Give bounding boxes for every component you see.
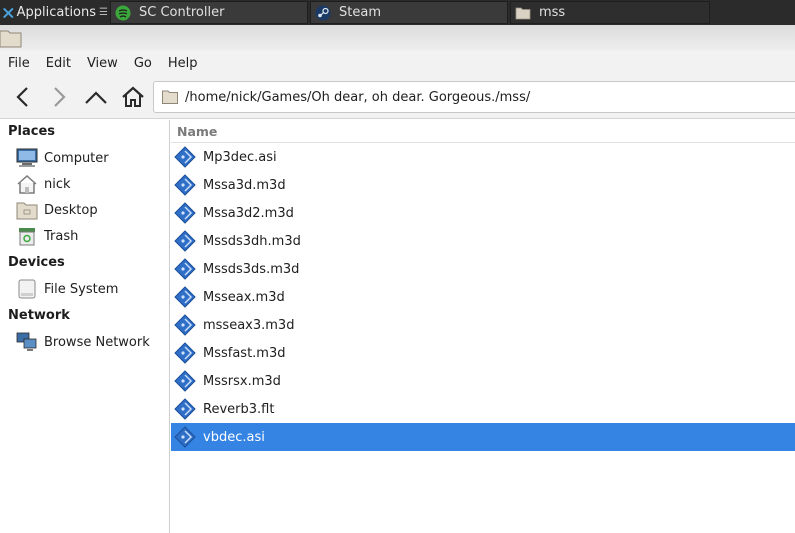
file-row[interactable]: Reverb3.flt bbox=[171, 395, 795, 423]
menu-bar: File Edit View Go Help bbox=[0, 51, 795, 75]
file-name: msseax3.m3d bbox=[203, 317, 295, 333]
file-row[interactable]: msseax3.m3d bbox=[171, 311, 795, 339]
column-header-name[interactable]: Name bbox=[171, 120, 795, 143]
network-icon bbox=[16, 332, 37, 351]
file-row[interactable]: Mssrsx.m3d bbox=[171, 367, 795, 395]
menu-file[interactable]: File bbox=[0, 56, 38, 71]
file-name: Msseax.m3d bbox=[203, 289, 285, 305]
file-list: Name Mp3dec.asi Mssa3d.m3d Mssa3d2.m3d Mssd… bbox=[171, 120, 795, 533]
task-label: SC Controller bbox=[139, 5, 225, 20]
back-button[interactable] bbox=[9, 83, 37, 111]
location-path: /home/nick/Games/Oh dear, oh dear. Gorge… bbox=[185, 89, 531, 105]
forward-button[interactable] bbox=[45, 83, 73, 111]
task-button-mss[interactable]: mss bbox=[510, 1, 710, 24]
file-row[interactable]: Mssds3ds.m3d bbox=[171, 255, 795, 283]
location-folder-icon bbox=[162, 90, 178, 104]
file-name: Mssa3d.m3d bbox=[203, 177, 286, 193]
menu-separator-icon: ☰ bbox=[99, 7, 108, 18]
location-bar[interactable]: /home/nick/Games/Oh dear, oh dear. Gorge… bbox=[153, 81, 795, 113]
file-icon bbox=[174, 286, 196, 308]
file-row[interactable]: Mp3dec.asi bbox=[171, 143, 795, 171]
window-titlebar[interactable] bbox=[0, 25, 795, 51]
file-icon bbox=[174, 314, 196, 336]
computer-icon bbox=[16, 148, 38, 167]
file-icon bbox=[174, 202, 196, 224]
sidebar-item-label: nick bbox=[44, 176, 71, 192]
file-icon bbox=[174, 398, 196, 420]
file-name: Mssrsx.m3d bbox=[203, 373, 281, 389]
folder-icon bbox=[515, 7, 531, 19]
menu-go[interactable]: Go bbox=[126, 56, 160, 71]
menu-view[interactable]: View bbox=[79, 56, 126, 71]
file-icon bbox=[174, 426, 196, 448]
task-label: Steam bbox=[339, 5, 381, 20]
sidebar-item-browse-network[interactable]: Browse Network bbox=[16, 330, 166, 354]
parent-folder-button[interactable] bbox=[82, 83, 110, 111]
top-panel: Applications ☰ SC Controller Steam mss bbox=[0, 0, 795, 25]
xfce-logo-icon bbox=[3, 7, 14, 18]
steam-icon bbox=[315, 5, 331, 20]
drive-icon bbox=[18, 279, 36, 299]
up-arrow-icon bbox=[85, 91, 107, 104]
sidebar-item-file-system[interactable]: File System bbox=[16, 277, 166, 301]
file-icon bbox=[174, 146, 196, 168]
applications-menu-button[interactable]: Applications ☰ bbox=[0, 0, 108, 25]
sidebar: Places Computer nick Desktop Trash Devic… bbox=[0, 120, 170, 533]
home-folder-icon bbox=[17, 174, 37, 194]
file-name: Mssa3d2.m3d bbox=[203, 205, 294, 221]
sidebar-item-label: File System bbox=[44, 281, 119, 297]
menu-edit[interactable]: Edit bbox=[38, 56, 79, 71]
sidebar-section-places: Places bbox=[8, 124, 56, 139]
file-row[interactable]: Mssa3d2.m3d bbox=[171, 199, 795, 227]
file-name: Mssfast.m3d bbox=[203, 345, 286, 361]
file-row[interactable]: Mssfast.m3d bbox=[171, 339, 795, 367]
file-icon bbox=[174, 230, 196, 252]
file-name: Reverb3.flt bbox=[203, 401, 275, 417]
back-arrow-icon bbox=[16, 87, 28, 107]
sidebar-item-trash[interactable]: Trash bbox=[16, 224, 166, 248]
sidebar-item-computer[interactable]: Computer bbox=[16, 146, 166, 170]
sidebar-item-label: Browse Network bbox=[44, 334, 150, 350]
sidebar-item-label: Trash bbox=[44, 228, 79, 244]
sidebar-section-network: Network bbox=[8, 308, 70, 323]
window-folder-icon bbox=[0, 30, 22, 48]
file-name: Mssds3ds.m3d bbox=[203, 261, 300, 277]
file-row[interactable]: Mssa3d.m3d bbox=[171, 171, 795, 199]
sidebar-section-devices: Devices bbox=[8, 255, 65, 270]
menu-help[interactable]: Help bbox=[160, 56, 206, 71]
file-row[interactable]: Mssds3dh.m3d bbox=[171, 227, 795, 255]
sidebar-item-label: Computer bbox=[44, 150, 109, 166]
applications-label: Applications bbox=[16, 5, 97, 20]
file-icon bbox=[174, 174, 196, 196]
task-label: mss bbox=[539, 5, 566, 20]
file-icon bbox=[174, 342, 196, 364]
task-button-sc-controller[interactable]: SC Controller bbox=[110, 1, 308, 24]
home-button[interactable] bbox=[119, 83, 147, 111]
task-button-steam[interactable]: Steam bbox=[310, 1, 508, 24]
sidebar-item-desktop[interactable]: Desktop bbox=[16, 198, 166, 222]
trash-icon bbox=[19, 228, 35, 246]
sidebar-item-label: Desktop bbox=[44, 202, 98, 218]
file-name: Mp3dec.asi bbox=[203, 149, 277, 165]
column-header-label: Name bbox=[177, 123, 218, 139]
file-name: vbdec.asi bbox=[203, 429, 265, 445]
sc-controller-icon bbox=[115, 5, 131, 20]
file-name: Mssds3dh.m3d bbox=[203, 233, 301, 249]
file-row[interactable]: vbdec.asi bbox=[171, 423, 795, 451]
sidebar-item-nick[interactable]: nick bbox=[16, 172, 166, 196]
file-row[interactable]: Msseax.m3d bbox=[171, 283, 795, 311]
desktop-folder-icon bbox=[16, 202, 38, 220]
toolbar: /home/nick/Games/Oh dear, oh dear. Gorge… bbox=[0, 75, 795, 119]
file-icon bbox=[174, 370, 196, 392]
home-icon bbox=[122, 86, 144, 107]
file-icon bbox=[174, 258, 196, 280]
forward-arrow-icon bbox=[54, 87, 66, 107]
